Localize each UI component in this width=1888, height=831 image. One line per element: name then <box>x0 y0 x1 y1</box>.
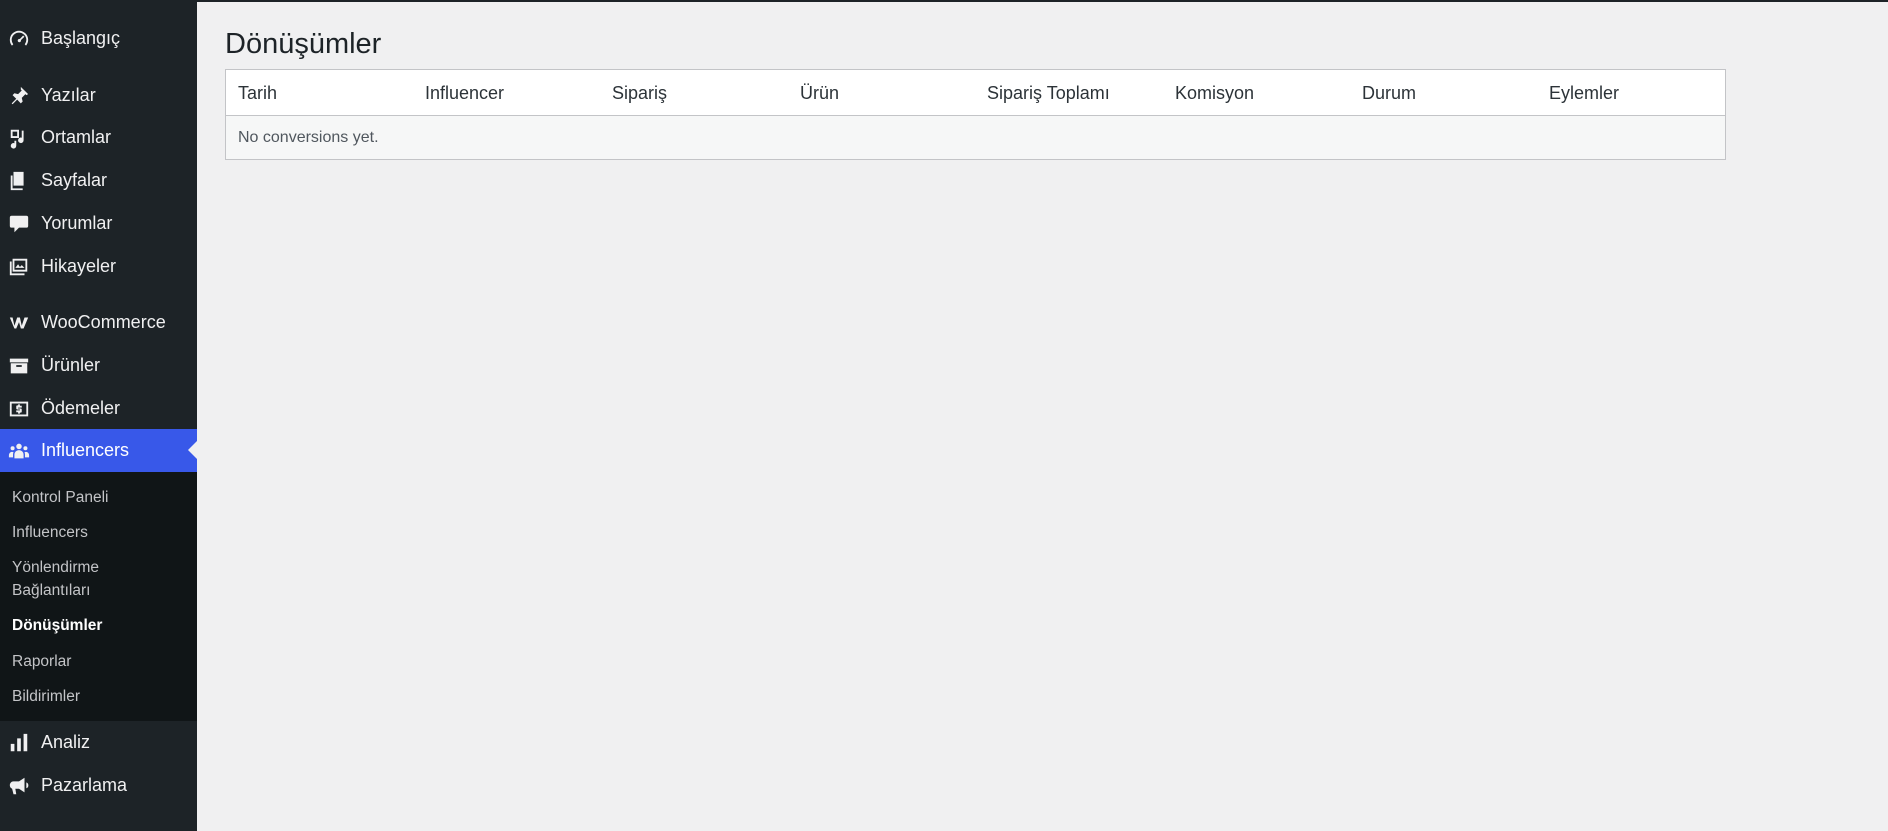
column-header-status: Durum <box>1362 83 1417 103</box>
menu-item-products[interactable]: Ürünler <box>0 344 197 387</box>
bar-chart-icon <box>7 731 31 755</box>
submenu-item-notifications[interactable]: Bildirimler <box>12 685 192 708</box>
menu-item-media[interactable]: Ortamlar <box>0 116 197 159</box>
column-header-actions: Eylemler <box>1549 83 1620 103</box>
menu-item-influencers[interactable]: Influencers <box>0 429 197 472</box>
menu-label: Ortamlar <box>41 127 112 147</box>
menu-item-comments[interactable]: Yorumlar <box>0 202 197 245</box>
menu-label: Influencers <box>41 440 130 460</box>
menu-item-woocommerce[interactable]: WooCommerce <box>0 301 197 344</box>
column-header-product: Ürün <box>800 83 840 103</box>
menu-label: Başlangıç <box>41 28 121 48</box>
menu-item-stories[interactable]: Hikayeler <box>0 245 197 288</box>
submenu-item-dashboard[interactable]: Kontrol Paneli <box>12 486 192 509</box>
column-header-order: Sipariş <box>612 83 668 103</box>
conversions-table: Tarih Influencer Sipariş Ürün Sipariş To… <box>225 69 1726 160</box>
menu-label: Yazılar <box>41 85 96 105</box>
menu-label: Yorumlar <box>41 213 113 233</box>
column-header-commission: Komisyon <box>1175 83 1255 103</box>
table-row: No conversions yet. <box>226 116 1725 159</box>
column-header-date: Tarih <box>238 83 278 103</box>
page-title: Dönüşümler <box>225 28 382 60</box>
table-header: Tarih Influencer Sipariş Ürün Sipariş To… <box>226 70 1725 116</box>
woocommerce-icon <box>7 311 31 335</box>
empty-message: No conversions yet. <box>238 129 379 146</box>
groups-icon <box>7 439 31 463</box>
megaphone-icon <box>7 774 31 798</box>
main-content: Dönüşümler Tarih Influencer Sipariş Ürün… <box>197 0 1888 831</box>
submenu-item-conversions[interactable]: Dönüşümler <box>12 614 192 637</box>
payment-icon <box>7 397 31 421</box>
pages-icon <box>7 169 31 193</box>
menu-item-dashboard[interactable]: Başlangıç <box>0 17 197 60</box>
menu-label: Ürünler <box>41 355 101 375</box>
submenu-item-influencers[interactable]: Influencers <box>12 521 192 544</box>
menu-item-marketing[interactable]: Pazarlama <box>0 764 197 807</box>
media-icon <box>7 126 31 150</box>
menu-label: Hikayeler <box>41 256 117 276</box>
menu-item-pages[interactable]: Sayfalar <box>0 159 197 202</box>
menu-label: WooCommerce <box>41 312 166 332</box>
column-header-order-total: Sipariş Toplamı <box>987 83 1110 103</box>
dashboard-icon <box>7 27 31 51</box>
column-header-influencer: Influencer <box>425 83 505 103</box>
influencers-submenu: Kontrol Paneli Influencers Yönlendirme B… <box>0 472 197 721</box>
admin-sidebar: Başlangıç Yazılar Ortamlar Sayfalar Yoru… <box>0 0 197 831</box>
submenu-item-reports[interactable]: Raporlar <box>12 650 192 673</box>
menu-label: Analiz <box>41 732 91 752</box>
comment-icon <box>7 212 31 236</box>
menu-item-payments[interactable]: Ödemeler <box>0 387 197 430</box>
menu-label: Pazarlama <box>41 775 128 795</box>
menu-item-analytics[interactable]: Analiz <box>0 721 197 764</box>
archive-icon <box>7 354 31 378</box>
menu-label: Ödemeler <box>41 398 121 418</box>
menu-label: Sayfalar <box>41 170 108 190</box>
stories-icon <box>7 255 31 279</box>
submenu-item-referral-links[interactable]: Yönlendirme Bağlantıları <box>12 556 162 602</box>
menu-item-posts[interactable]: Yazılar <box>0 74 197 117</box>
pin-icon <box>7 84 31 108</box>
